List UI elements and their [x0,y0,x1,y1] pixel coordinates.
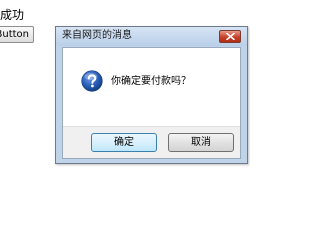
dialog-content: 你确定要付款吗？ 确定 取消 [62,47,241,159]
ok-button[interactable]: 确定 [91,133,157,152]
cancel-button[interactable]: 取消 [168,133,234,152]
close-icon [226,33,235,40]
dialog-titlebar[interactable]: 来自网页的消息 [56,27,247,46]
payment-status-text: 款成功 [0,8,25,22]
page-button[interactable]: Button [0,26,34,43]
message-area: 你确定要付款吗？ [63,48,240,126]
dialog-message: 你确定要付款吗？ [111,76,191,87]
screen: 款成功 Button 来自网页的消息 [0,0,250,230]
dialog-button-bar: 确定 取消 [63,126,240,158]
dialog-title: 来自网页的消息 [62,30,132,41]
close-button[interactable] [219,30,241,43]
question-icon [81,70,103,92]
confirm-dialog: 来自网页的消息 你确定要付款吗？ 确定 取消 [55,26,248,164]
